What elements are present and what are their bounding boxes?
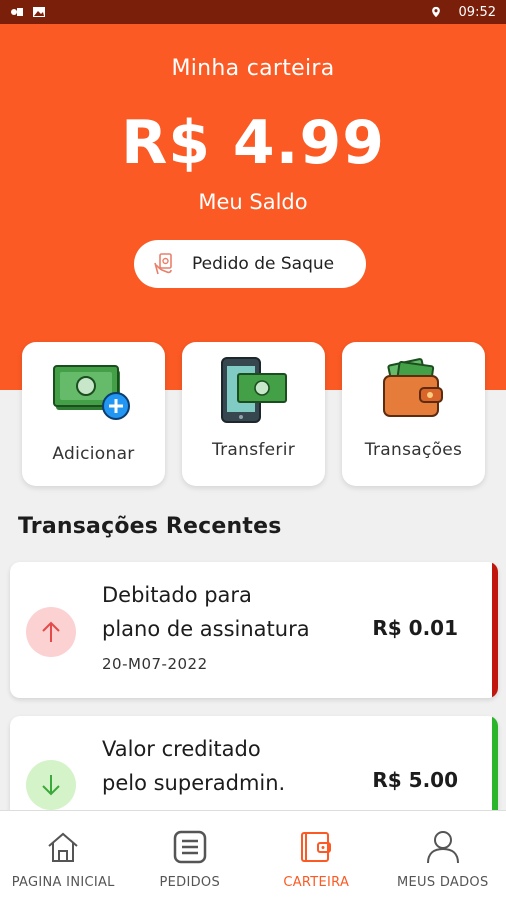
transfer-label: Transferir (211, 440, 296, 460)
nav-profile-label: MEUS DADOS (397, 875, 489, 890)
transaction-item[interactable]: Debitado para plano de assinatura 20-M07… (10, 562, 498, 698)
arrow-down-icon (42, 775, 60, 796)
page-title: Minha carteira (171, 56, 335, 81)
wallet-icon (301, 832, 332, 862)
transaction-amount: R$ 0.01 (372, 616, 458, 640)
add-funds-label: Adicionar (52, 444, 135, 464)
debit-stripe (492, 562, 498, 698)
transfer-card[interactable]: Transferir (182, 342, 325, 486)
status-bar: 09:52 (0, 0, 506, 24)
transactions-card[interactable]: Transações (342, 342, 485, 486)
bottom-navigation: PAGINA INICIAL PEDIDOS CARTEIRA MEUS DAD… (0, 810, 506, 900)
nav-profile[interactable]: MEUS DADOS (380, 811, 506, 900)
notification-icon (11, 8, 23, 16)
withdraw-request-button[interactable]: Pedido de Saque (134, 240, 366, 288)
location-icon (431, 6, 440, 18)
debit-indicator (26, 607, 76, 657)
image-icon (33, 7, 45, 17)
transaction-description: Valor creditado (102, 737, 261, 761)
withdraw-request-label: Pedido de Saque (192, 254, 335, 274)
status-time: 09:52 (458, 4, 496, 20)
wallet-actions: Adicionar Transferir Transações (22, 342, 486, 486)
nav-wallet[interactable]: CARTEIRA (253, 811, 380, 900)
transaction-date: 20-M07-2022 (102, 655, 208, 673)
nav-orders[interactable]: PEDIDOS (127, 811, 254, 900)
transaction-description-line2: pelo superadmin. (102, 771, 286, 795)
wallet-icon (383, 358, 443, 417)
phone-transfer-icon (221, 357, 287, 423)
hand-cash-icon (154, 253, 172, 275)
orders-icon (173, 830, 206, 864)
cash-add-icon (53, 365, 130, 420)
home-icon (48, 832, 78, 862)
balance-label: Meu Saldo (198, 190, 308, 214)
transaction-description-line2: plano de assinatura (102, 617, 310, 641)
user-icon (426, 831, 459, 864)
add-funds-card[interactable]: Adicionar (22, 342, 165, 486)
nav-home[interactable]: PAGINA INICIAL (0, 811, 127, 900)
recent-transactions-title: Transações Recentes (18, 514, 282, 539)
arrow-up-icon (42, 621, 60, 642)
transaction-amount: R$ 5.00 (372, 768, 458, 792)
nav-wallet-label: CARTEIRA (283, 875, 350, 890)
credit-indicator (26, 760, 76, 810)
transactions-label: Transações (364, 440, 463, 460)
wallet-header: Minha carteira R$ 4.99 Meu Saldo Pedido … (0, 24, 506, 390)
transaction-description: Debitado para (102, 583, 252, 607)
nav-home-label: PAGINA INICIAL (11, 875, 115, 890)
nav-orders-label: PEDIDOS (159, 875, 220, 890)
balance-amount: R$ 4.99 (121, 108, 385, 178)
